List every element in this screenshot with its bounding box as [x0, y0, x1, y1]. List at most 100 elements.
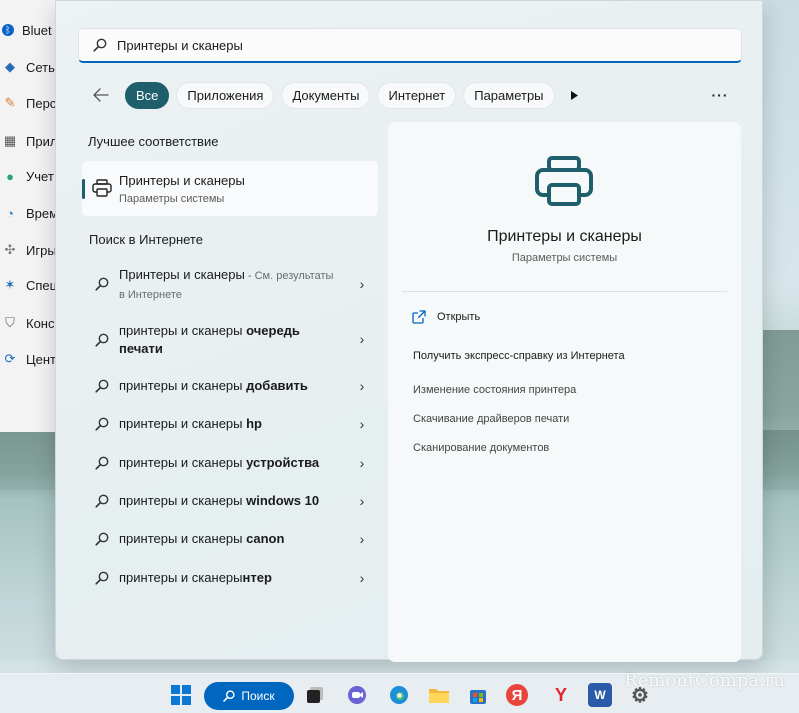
settings-nav-accessibility[interactable]: ✶ Спец	[0, 273, 60, 297]
quick-help-heading: Получить экспресс-справку из Интернета	[413, 350, 625, 362]
task-view-icon[interactable]	[303, 683, 327, 707]
settings-nav-label: Спец	[26, 277, 58, 293]
web-result-bold: hp	[246, 416, 262, 431]
web-result-item[interactable]: принтеры и сканеры устройства ›	[82, 454, 378, 472]
windows-start-icon[interactable]	[169, 683, 193, 707]
filter-tab-all[interactable]: Все	[125, 81, 170, 109]
web-result-prefix: принтеры и сканеры	[119, 378, 247, 393]
web-result-bold: устройства	[246, 455, 320, 470]
settings-nav-label: Перс	[26, 95, 57, 111]
edge-icon[interactable]	[387, 683, 411, 707]
search-icon	[93, 38, 107, 52]
settings-nav-label: Цент	[26, 351, 56, 367]
chevron-right-icon: ›	[359, 531, 365, 547]
best-match-title: Принтеры и сканеры	[119, 173, 245, 188]
chat-icon[interactable]	[345, 683, 369, 707]
store-icon[interactable]	[466, 683, 490, 707]
settings-nav-accounts[interactable]: ● Учет	[0, 164, 60, 188]
web-search-heading: Поиск в Интернете	[89, 232, 203, 247]
web-result-prefix: принтеры и сканеры	[119, 570, 243, 585]
search-icon	[95, 571, 109, 585]
chevron-right-icon: ›	[359, 493, 365, 509]
settings-nav-label: Игры	[26, 242, 57, 258]
bluetooth-icon: ᛒ	[2, 24, 14, 36]
web-result-prefix: принтеры и сканеры	[119, 416, 247, 431]
web-result-item[interactable]: принтеры и сканеры hp ›	[82, 415, 378, 433]
filter-tab-settings[interactable]: Параметры	[463, 81, 555, 109]
preview-subtitle: Параметры системы	[511, 252, 618, 264]
settings-window: ᛒ Bluet ◆ Сеть ✎ Перс ▦ Прил ● Учет ◔ Вр…	[0, 0, 60, 432]
start-search-panel: Все Приложения Документы Интернет Параме…	[55, 0, 763, 662]
settings-nav-label: Конс	[26, 315, 55, 331]
open-action[interactable]: Открыть	[412, 310, 480, 324]
personalization-icon: ✎	[4, 95, 16, 110]
more-filters-play-icon[interactable]	[564, 84, 586, 106]
filter-bar: Все Приложения Документы Интернет Параме…	[88, 81, 734, 109]
file-explorer-icon[interactable]	[427, 683, 451, 707]
best-match-subtitle: Параметры системы	[119, 193, 225, 205]
yandex-icon[interactable]: Я	[506, 684, 528, 706]
accessibility-icon: ✶	[4, 277, 16, 292]
settings-nav-privacy[interactable]: ⛉ Конс	[0, 311, 60, 335]
yandex-browser-icon[interactable]: Y	[549, 683, 573, 707]
privacy-shield-icon: ⛉	[5, 315, 15, 330]
chevron-right-icon: ›	[359, 570, 365, 586]
gaming-icon: ✣	[4, 242, 16, 257]
search-icon	[95, 494, 109, 508]
search-box[interactable]	[78, 28, 742, 63]
chevron-right-icon: ›	[359, 378, 365, 394]
web-result-prefix: принтеры и сканеры	[119, 323, 247, 338]
site-watermark: RemontCompa.ru	[624, 670, 785, 691]
web-result-item[interactable]: принтеры и сканерынтер ›	[82, 569, 378, 587]
search-input[interactable]	[117, 37, 677, 53]
settings-nav-personalization[interactable]: ✎ Перс	[0, 91, 60, 115]
web-result-item[interactable]: Принтеры и сканеры - См. результаты в Ин…	[82, 265, 378, 303]
settings-nav-label: Учет	[26, 168, 54, 184]
search-icon	[223, 690, 235, 702]
settings-nav-update[interactable]: ⟳ Цент	[0, 347, 60, 371]
preview-title: Принтеры и сканеры	[487, 228, 642, 245]
printer-icon	[92, 179, 112, 197]
best-match-result[interactable]: Принтеры и сканеры Параметры системы	[82, 161, 378, 216]
search-icon	[95, 277, 109, 291]
search-icon	[95, 417, 109, 431]
update-icon: ⟳	[4, 351, 16, 366]
result-preview-pane: Принтеры и сканеры Параметры системы Отк…	[388, 122, 741, 662]
chevron-right-icon: ›	[359, 455, 365, 471]
more-options-ellipsis-icon[interactable]: ···	[706, 81, 734, 109]
open-external-icon	[412, 310, 426, 324]
help-link-scan-documents[interactable]: Сканирование документов	[413, 442, 549, 454]
web-result-bold: canon	[246, 531, 285, 546]
filter-tab-apps[interactable]: Приложения	[176, 81, 275, 109]
help-link-print-drivers[interactable]: Скачивание драйверов печати	[413, 413, 569, 425]
help-link-printer-status[interactable]: Изменение состояния принтера	[413, 384, 576, 396]
settings-nav-label: Врем	[26, 205, 59, 221]
settings-nav-gaming[interactable]: ✣ Игры	[0, 238, 60, 262]
selection-accent-bar	[82, 179, 85, 199]
chevron-right-icon: ›	[359, 416, 365, 432]
settings-nav-label: Bluet	[22, 22, 52, 38]
search-icon	[95, 456, 109, 470]
web-result-prefix: принтеры и сканеры	[119, 531, 247, 546]
taskbar-search-button[interactable]: Поиск	[204, 682, 294, 710]
printer-icon	[535, 156, 593, 206]
settings-nav-time[interactable]: ◔ Врем	[0, 201, 60, 225]
web-result-prefix: Принтеры и сканеры	[119, 267, 245, 282]
settings-nav-network[interactable]: ◆ Сеть	[0, 55, 60, 79]
filter-tab-web[interactable]: Интернет	[377, 81, 457, 109]
web-result-item[interactable]: принтеры и сканеры добавить ›	[82, 377, 378, 395]
web-result-item[interactable]: принтеры и сканеры windows 10 ›	[82, 492, 378, 510]
search-icon	[95, 379, 109, 393]
settings-nav-bluetooth[interactable]: ᛒ Bluet	[0, 18, 60, 42]
settings-nav-label: Сеть	[26, 59, 55, 75]
web-result-item[interactable]: принтеры и сканеры canon ›	[82, 530, 378, 548]
filter-tab-documents[interactable]: Документы	[281, 81, 371, 109]
settings-nav-apps[interactable]: ▦ Прил	[0, 129, 60, 153]
preview-divider	[402, 291, 727, 292]
web-result-item[interactable]: принтеры и сканеры очередь печати ›	[82, 321, 378, 359]
word-icon[interactable]: W	[588, 683, 612, 707]
chevron-right-icon: ›	[359, 276, 365, 292]
open-action-label: Открыть	[437, 311, 481, 323]
web-result-prefix: принтеры и сканеры	[119, 455, 247, 470]
back-arrow-icon[interactable]	[88, 82, 114, 108]
